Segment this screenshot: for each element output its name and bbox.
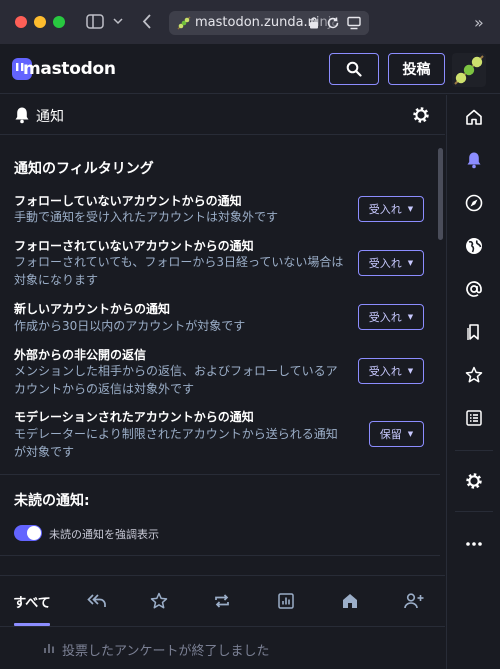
nav-favourites[interactable]: [447, 355, 500, 395]
filter-row-title: 外部からの非公開の返信: [14, 348, 147, 362]
nav-explore[interactable]: [447, 183, 500, 223]
chevron-down-icon: ▼: [407, 430, 414, 438]
star-icon: [150, 592, 168, 609]
reply-all-icon: [87, 594, 106, 607]
filter-row-title: モデレーションされたアカウントからの通知: [14, 410, 254, 424]
star-icon: [465, 366, 483, 383]
more-horizontal-icon: [466, 542, 482, 546]
at-sign-icon: [466, 281, 482, 297]
filter-row-desc: フォローされていても、フォローから3日経っていない場合は対象になります: [14, 255, 344, 287]
bookmark-icon: [467, 324, 479, 340]
minimize-window-button[interactable]: [34, 16, 46, 28]
filter-select-not-following[interactable]: 受入れ ▼: [358, 196, 424, 222]
search-icon: [346, 61, 362, 77]
bell-icon: [467, 152, 481, 169]
sidebar-divider: [455, 450, 493, 451]
nav-home[interactable]: [447, 97, 500, 137]
filter-row-desc: 作成から30日以内のアカウントが対象です: [14, 319, 246, 333]
lock-icon: [309, 16, 319, 29]
nav-lists[interactable]: [447, 398, 500, 438]
navigation-sidebar: [446, 95, 500, 669]
home-icon: [343, 594, 357, 608]
section-divider: [0, 474, 440, 475]
toggle-label: 未読の通知を強調表示: [49, 528, 159, 541]
chevron-down-icon: ▼: [407, 367, 414, 375]
poll-icon: [43, 642, 55, 654]
compose-post-button[interactable]: 投稿: [388, 53, 445, 85]
bell-icon: [14, 106, 30, 124]
person-add-icon: [404, 593, 424, 609]
gear-icon: [466, 473, 482, 489]
page-title: 通知: [36, 109, 64, 125]
tab-all[interactable]: すべて: [0, 576, 64, 626]
filter-select-private-mentions[interactable]: 受入れ ▼: [358, 358, 424, 384]
search-button[interactable]: [329, 53, 379, 85]
app-header: mastodon 投稿: [0, 44, 500, 94]
tab-favourites[interactable]: [142, 576, 176, 626]
sidebar-divider: [455, 511, 493, 512]
nav-federated[interactable]: [447, 226, 500, 266]
chevron-down-icon[interactable]: [113, 14, 123, 28]
nav-notifications[interactable]: [447, 140, 500, 180]
filter-select-moderated[interactable]: 保留 ▼: [369, 421, 424, 447]
nav-mentions[interactable]: [447, 269, 500, 309]
more-tabs-icon[interactable]: »: [474, 13, 484, 32]
filter-row-title: フォローされていないアカウントからの通知: [14, 239, 254, 253]
notification-filter-tabs: すべて: [0, 575, 445, 626]
notification-text: 投票したアンケートが終了しました: [62, 644, 270, 659]
zoom-window-button[interactable]: [53, 16, 65, 28]
browser-toolbar: mastodon.zunda.ninja »: [0, 0, 500, 44]
close-window-button[interactable]: [15, 16, 27, 28]
tab-polls[interactable]: [269, 576, 303, 626]
scrollbar[interactable]: [438, 148, 443, 240]
address-bar[interactable]: mastodon.zunda.ninja: [169, 11, 369, 35]
filter-select-new-accounts[interactable]: 受入れ ▼: [358, 304, 424, 330]
gear-icon[interactable]: [411, 105, 431, 125]
tab-boosts[interactable]: [205, 576, 239, 626]
list-icon: [466, 410, 482, 426]
notification-item[interactable]: 投票したアンケートが終了しました: [0, 626, 445, 669]
tab-follows[interactable]: [397, 576, 431, 626]
tab-mentions[interactable]: [80, 576, 114, 626]
reload-icon[interactable]: [326, 16, 340, 30]
nav-bookmarks[interactable]: [447, 312, 500, 352]
avatar[interactable]: [452, 53, 486, 87]
site-favicon-icon: [177, 16, 191, 30]
logo-text[interactable]: mastodon: [23, 59, 116, 79]
filter-section-title: 通知のフィルタリング: [14, 161, 154, 177]
nav-more[interactable]: [447, 524, 500, 564]
sidebar-toggle-icon[interactable]: [86, 14, 104, 29]
back-arrow-icon[interactable]: [142, 13, 152, 30]
filter-select-not-followers[interactable]: 受入れ ▼: [358, 250, 424, 276]
section-divider: [0, 555, 440, 556]
home-icon: [466, 109, 482, 125]
filter-row-desc: メンションした相手からの返信、およびフォローしているアカウントからの返信は対象外…: [14, 364, 338, 396]
chevron-down-icon: ▼: [407, 313, 414, 321]
chevron-down-icon: ▼: [407, 259, 414, 267]
nav-preferences[interactable]: [447, 461, 500, 501]
filter-row-title: 新しいアカウントからの通知: [14, 302, 171, 316]
unread-section-title: 未読の通知:: [14, 493, 90, 509]
compass-icon: [465, 194, 483, 212]
chevron-down-icon: ▼: [407, 205, 414, 213]
filter-row-desc: モデレーターにより制限されたアカウントから送られる通知が対象です: [14, 427, 338, 459]
boost-icon: [215, 594, 229, 608]
highlight-unread-toggle[interactable]: [14, 525, 42, 541]
globe-icon: [466, 238, 482, 254]
filter-row-title: フォローしていないアカウントからの通知: [14, 194, 242, 208]
reader-mode-icon[interactable]: [347, 16, 361, 30]
poll-icon: [278, 593, 294, 609]
filter-row-desc: 手動で通知を受け入れたアカウントは対象外です: [14, 210, 279, 224]
notification-settings-panel: 通知のフィルタリング フォローしていないアカウントからの通知 手動で通知を受け入…: [0, 140, 440, 574]
tab-statuses[interactable]: [333, 576, 367, 626]
column-header: 通知: [0, 95, 445, 135]
